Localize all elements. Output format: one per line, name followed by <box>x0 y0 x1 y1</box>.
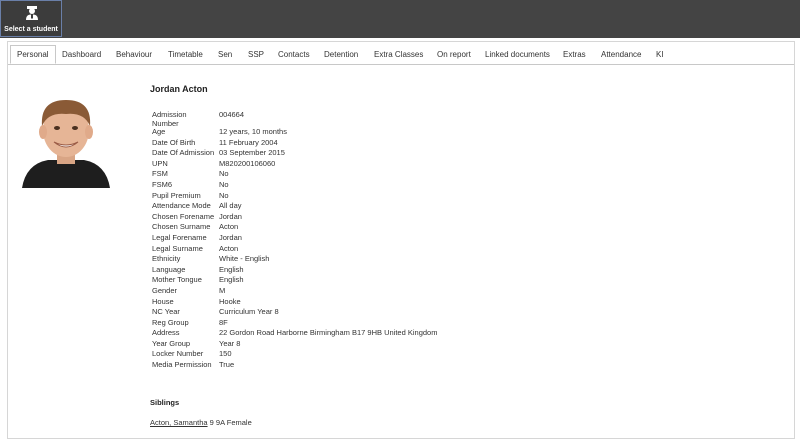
detail-value: Year 8 <box>219 338 241 348</box>
detail-value: 150 <box>219 349 232 359</box>
detail-label: Gender <box>152 285 178 295</box>
detail-value: M820200106060 <box>219 158 276 168</box>
detail-value: All day <box>219 201 242 211</box>
detail-row: Legal Surname Acton <box>150 244 437 256</box>
tab-bar: Personal Dashboard Behaviour Timetable S… <box>8 45 794 65</box>
detail-value: 22 Gordon Road Harborne Birmingham B17 9… <box>219 328 438 338</box>
detail-label: Admission Number <box>152 110 187 128</box>
sibling-item: Acton, Samantha 9 9A Female <box>150 418 252 427</box>
detail-row: Media Permission True <box>150 360 437 372</box>
tab-extras[interactable]: Extras <box>563 45 586 64</box>
detail-row: FSM6 No <box>150 179 437 192</box>
detail-row: UPN M820200106060 <box>150 158 437 171</box>
sibling-details: 9 9A Female <box>209 418 252 427</box>
student-panel: Personal Dashboard Behaviour Timetable S… <box>7 41 795 439</box>
detail-row: House Hooke <box>150 297 437 309</box>
detail-label: Media Permission <box>152 360 212 370</box>
tab-sen[interactable]: Sen <box>218 45 232 64</box>
sibling-link[interactable]: Acton, Samantha <box>150 418 208 427</box>
detail-value: Jordan <box>219 232 242 242</box>
student-name: Jordan Acton <box>150 84 208 94</box>
tab-on-report[interactable]: On report <box>437 45 471 64</box>
top-bar: Select a student <box>0 0 800 38</box>
detail-label: Age <box>152 127 166 136</box>
detail-row: Ethnicity White - English <box>150 255 437 266</box>
detail-value: English <box>219 275 244 285</box>
student-icon <box>26 6 38 20</box>
detail-row: Age 12 years, 10 months <box>150 127 437 139</box>
detail-value: Acton <box>219 222 239 232</box>
detail-value: True <box>219 360 235 370</box>
select-student-label: Select a student <box>4 26 58 33</box>
detail-value: Jordan <box>219 211 242 221</box>
detail-row: Address 22 Gordon Road Harborne Birmingha… <box>150 329 437 340</box>
detail-label: Legal Forename <box>152 232 207 242</box>
tab-behaviour[interactable]: Behaviour <box>116 45 152 64</box>
tab-timetable[interactable]: Timetable <box>168 45 203 64</box>
detail-row: Admission Number 004664 <box>150 110 437 128</box>
tab-ki[interactable]: KI <box>656 45 664 64</box>
detail-value: Curriculum Year 8 <box>219 307 279 317</box>
detail-value: English <box>219 264 244 274</box>
detail-label: FSM6 <box>152 179 173 189</box>
siblings-heading: Siblings <box>150 398 180 407</box>
detail-row: Date Of Admission 03 September 2015 <box>150 149 437 160</box>
tab-detention[interactable]: Detention <box>324 45 358 64</box>
detail-row: FSM No <box>150 170 437 181</box>
student-details-table: Admission Number 004664 Age 12 years, 10 mo… <box>150 110 437 372</box>
detail-value: White - English <box>219 254 270 264</box>
tab-contacts[interactable]: Contacts <box>278 45 310 64</box>
tab-ssp[interactable]: SSP <box>248 45 264 64</box>
detail-value: 004664 <box>219 110 245 119</box>
detail-value: M <box>219 285 226 295</box>
detail-value: 12 years, 10 months <box>219 127 287 136</box>
detail-value: No <box>219 179 229 189</box>
tab-extra-classes[interactable]: Extra Classes <box>374 45 423 64</box>
tab-dashboard[interactable]: Dashboard <box>62 45 101 64</box>
tab-linked-documents[interactable]: Linked documents <box>485 45 550 64</box>
detail-value: No <box>219 190 229 200</box>
tab-personal[interactable]: Personal <box>10 45 56 64</box>
detail-value: No <box>219 169 229 179</box>
detail-row: NC Year Curriculum Year 8 <box>150 308 437 319</box>
detail-row: Legal Forename Jordan <box>150 232 437 245</box>
select-student-button[interactable]: Select a student <box>0 0 62 37</box>
detail-row: Mother Tongue English <box>150 276 437 287</box>
student-photo <box>18 92 114 188</box>
detail-row: Gender M <box>150 285 437 298</box>
tab-attendance[interactable]: Attendance <box>601 45 641 64</box>
